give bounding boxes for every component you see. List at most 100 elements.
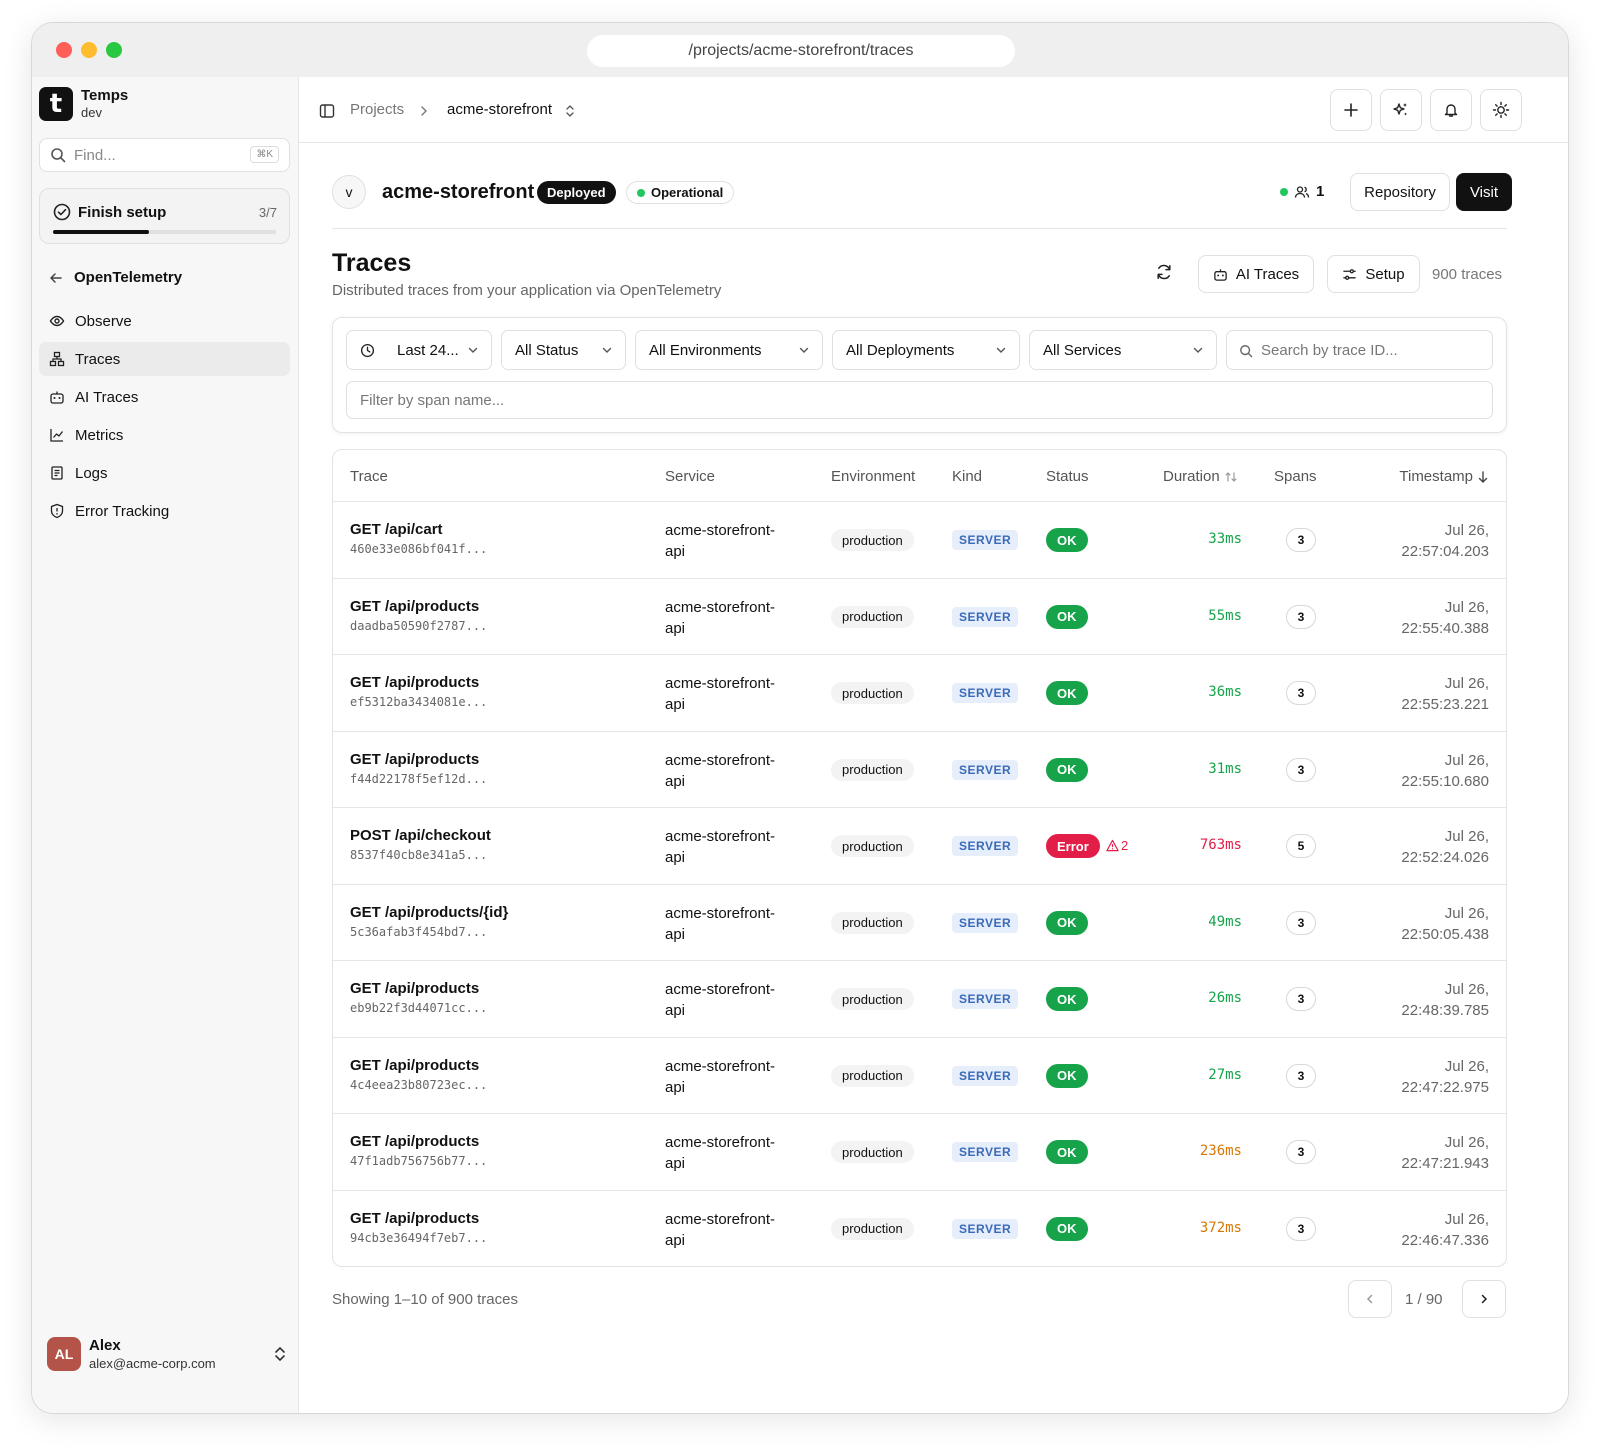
service-line-2: api — [665, 543, 686, 560]
setup-progress-fill — [53, 230, 149, 234]
chevron-up-down-icon — [273, 1345, 287, 1363]
setup-button[interactable]: Setup — [1327, 255, 1420, 293]
kind-badge: SERVER — [952, 1065, 1019, 1086]
table-row[interactable]: GET /api/products f44d22178f5ef12d... acme… — [333, 730, 1506, 808]
chevron-up-down-icon[interactable] — [565, 104, 575, 118]
visit-button[interactable]: Visit — [1456, 173, 1512, 211]
breadcrumb-project[interactable]: acme-storefront — [447, 101, 552, 118]
project-name: acme-storefront — [382, 181, 535, 203]
span-name-filter-input[interactable]: Filter by span name... — [346, 381, 1493, 419]
timestamp-date: Jul 26, — [1444, 1057, 1489, 1075]
service-line-2: api — [665, 1231, 686, 1249]
timestamp-cell: Jul 26, 22:50:05.438 — [1401, 903, 1489, 945]
back-to-opentelemetry[interactable]: OpenTelemetry — [48, 269, 182, 286]
scroll-icon — [49, 465, 65, 481]
maximize-window-button[interactable] — [106, 42, 122, 58]
spans-count: 3 — [1286, 681, 1316, 705]
table-row[interactable]: GET /api/products 47f1adb756756b77... acme… — [333, 1113, 1506, 1190]
status-badge: OK — [1046, 987, 1088, 1011]
trace-name: GET /api/products — [350, 1056, 480, 1074]
status-badge: OK — [1046, 757, 1088, 782]
environment-badge: production — [831, 1141, 914, 1163]
page-title: Traces — [332, 249, 412, 277]
header-duration[interactable]: Duration — [1163, 468, 1238, 485]
environment-badge: production — [831, 1064, 914, 1087]
timestamp-date: Jul 26, — [1444, 1134, 1489, 1151]
service-line-2: api — [665, 772, 686, 790]
app-logo[interactable]: t — [39, 87, 73, 121]
search-icon — [50, 147, 66, 163]
members-indicator[interactable]: 1 — [1280, 183, 1324, 200]
sidebar-item-traces[interactable]: Traces — [39, 342, 290, 376]
eye-icon — [49, 313, 65, 329]
sidebar-item-error-tracking[interactable]: Error Tracking — [39, 494, 290, 528]
user-menu[interactable]: AL Alex alex@acme-corp.com — [47, 1337, 287, 1373]
breadcrumb-projects[interactable]: Projects — [350, 101, 404, 118]
environments-select[interactable]: All Environments — [635, 330, 823, 370]
sidebar-toggle-icon[interactable] — [319, 103, 335, 119]
environment-badge: production — [831, 529, 914, 551]
notifications-button[interactable] — [1430, 89, 1472, 131]
table-row[interactable]: GET /api/cart 460e33e086bf041f... acme-sto… — [333, 501, 1506, 578]
close-window-button[interactable] — [56, 42, 72, 58]
brand-env: dev — [81, 105, 102, 120]
table-row[interactable]: GET /api/products ef5312ba3434081e... acme… — [333, 654, 1506, 731]
trace-cell: GET /api/products 4c4eea23b80723ec... — [350, 1057, 487, 1092]
service-cell: acme-storefront-api — [665, 597, 805, 639]
robot-icon — [49, 389, 65, 405]
timestamp-cell: Jul 26, 22:46:47.336 — [1401, 1209, 1489, 1251]
table-row[interactable]: GET /api/products daadba50590f2787... acme… — [333, 577, 1506, 655]
repository-button[interactable]: Repository — [1350, 173, 1450, 211]
service-line-1: acme-storefront- — [665, 522, 776, 539]
brand-name: Temps — [81, 87, 129, 104]
refresh-icon[interactable] — [1155, 263, 1173, 281]
minimize-window-button[interactable] — [81, 42, 97, 58]
ai-assistant-button[interactable] — [1380, 89, 1422, 131]
time-range-select[interactable]: Last 24... — [346, 330, 492, 370]
add-button[interactable] — [1330, 89, 1372, 131]
service-line-2: api — [665, 925, 686, 943]
prev-page-button[interactable] — [1348, 1280, 1392, 1318]
kind-badge: SERVER — [952, 606, 1019, 627]
trace-id: 460e33e086bf041f... — [350, 542, 488, 556]
back-label: OpenTelemetry — [74, 269, 183, 286]
next-page-button[interactable] — [1462, 1280, 1506, 1318]
header-timestamp[interactable]: Timestamp — [1399, 468, 1489, 485]
ai-traces-button[interactable]: AI Traces — [1198, 255, 1314, 293]
shield-alert-icon — [49, 503, 65, 519]
deployments-select[interactable]: All Deployments — [832, 330, 1020, 370]
trace-id-search-input[interactable]: Search by trace ID... — [1226, 330, 1493, 370]
chart-line-icon — [49, 427, 65, 443]
service-line-1: acme-storefront- — [665, 675, 776, 692]
sidebar-item-label: AI Traces — [75, 388, 139, 406]
table-row[interactable]: GET /api/products/{id} 5c36afab3f454bd7..… — [333, 883, 1506, 961]
finish-setup-label: Finish setup — [78, 204, 167, 221]
sidebar-item-ai-traces[interactable]: AI Traces — [39, 380, 290, 414]
sidebar-item-logs[interactable]: Logs — [39, 456, 290, 490]
project-avatar: v — [332, 175, 366, 209]
sidebar-item-metrics[interactable]: Metrics — [39, 418, 290, 452]
service-line-1: acme-storefront- — [665, 751, 776, 769]
environments-select-value: All Environments — [649, 341, 762, 359]
table-row[interactable]: POST /api/checkout 8537f40cb8e341a5... acm… — [333, 807, 1506, 884]
find-input[interactable]: Find... ⌘K — [39, 138, 290, 172]
table-row[interactable]: GET /api/products 94cb3e36494f7eb7... acme… — [333, 1189, 1506, 1267]
trace-cell: GET /api/products daadba50590f2787... — [350, 598, 487, 633]
sparkles-icon — [1392, 101, 1410, 119]
service-cell: acme-storefront-api — [665, 520, 805, 562]
spans-count: 3 — [1286, 528, 1316, 552]
status-select[interactable]: All Status — [501, 330, 626, 370]
url-bar[interactable]: /projects/acme-storefront/traces — [587, 35, 1015, 67]
theme-toggle-button[interactable] — [1480, 89, 1522, 131]
kind-badge: SERVER — [952, 912, 1019, 933]
status-badge: OK — [1046, 681, 1088, 705]
find-shortcut: ⌘K — [250, 146, 279, 163]
sidebar-item-observe[interactable]: Observe — [39, 304, 290, 338]
filters-panel: Last 24... All Status All Environments A… — [332, 317, 1507, 433]
finish-setup-card[interactable]: Finish setup 3/7 — [39, 188, 290, 244]
table-row[interactable]: GET /api/products eb9b22f3d44071cc... acme… — [333, 960, 1506, 1037]
timestamp-cell: Jul 26, 22:55:10.680 — [1401, 750, 1489, 792]
services-select[interactable]: All Services — [1029, 330, 1217, 370]
status-badge: OK — [1046, 604, 1088, 629]
table-row[interactable]: GET /api/products 4c4eea23b80723ec... acme… — [333, 1036, 1506, 1114]
